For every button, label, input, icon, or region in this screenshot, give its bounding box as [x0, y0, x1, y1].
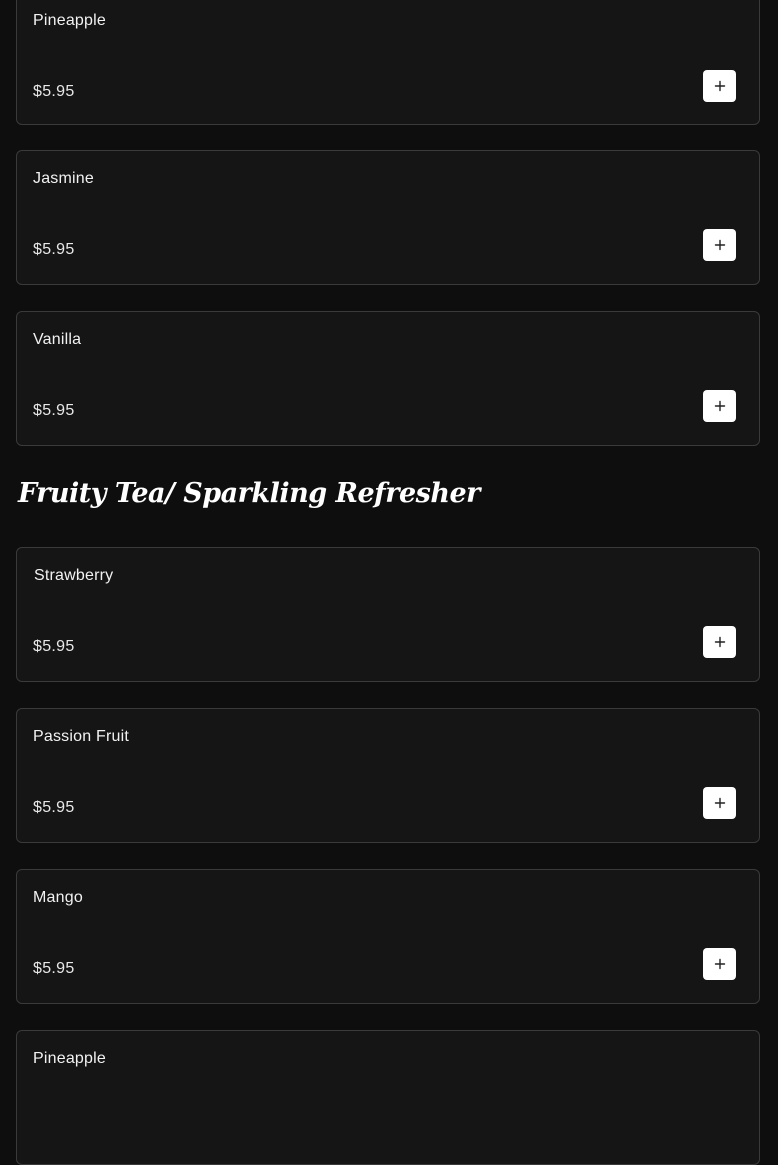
item-name: Jasmine	[33, 170, 94, 187]
add-to-cart-button[interactable]	[703, 948, 736, 980]
menu-item-card[interactable]: Strawberry $5.95	[16, 547, 760, 682]
section-title: Fruity Tea/ Sparkling Refresher	[18, 478, 480, 509]
item-name: Strawberry	[34, 567, 114, 584]
plus-icon	[714, 400, 725, 412]
add-to-cart-button[interactable]	[703, 787, 736, 819]
menu-item-card[interactable]: Passion Fruit $5.95	[16, 708, 760, 843]
item-price: $5.95	[33, 799, 75, 816]
plus-icon	[714, 958, 725, 970]
item-name: Pineapple	[33, 1050, 106, 1067]
item-name: Mango	[33, 889, 83, 906]
plus-icon	[714, 636, 725, 648]
menu-item-card[interactable]: Vanilla $5.95	[16, 311, 760, 446]
item-price: $5.95	[33, 241, 75, 258]
item-price: $5.95	[33, 83, 75, 100]
plus-icon	[714, 80, 725, 92]
item-name: Vanilla	[33, 331, 82, 348]
add-to-cart-button[interactable]	[703, 626, 736, 658]
add-to-cart-button[interactable]	[703, 229, 736, 261]
plus-icon	[714, 797, 725, 809]
add-to-cart-button[interactable]	[703, 390, 736, 422]
item-name: Passion Fruit	[33, 728, 129, 745]
menu-item-card[interactable]: Mango $5.95	[16, 869, 760, 1004]
add-to-cart-button[interactable]	[703, 70, 736, 102]
item-price: $5.95	[33, 402, 75, 419]
item-price: $5.95	[33, 638, 75, 655]
menu-item-card[interactable]: Jasmine $5.95	[16, 150, 760, 285]
menu-item-card[interactable]: Pineapple	[16, 1030, 760, 1165]
item-name: Pineapple	[33, 12, 106, 29]
plus-icon	[714, 239, 725, 251]
item-price: $5.95	[33, 960, 75, 977]
menu-item-card[interactable]: Pineapple $5.95	[16, 0, 760, 125]
